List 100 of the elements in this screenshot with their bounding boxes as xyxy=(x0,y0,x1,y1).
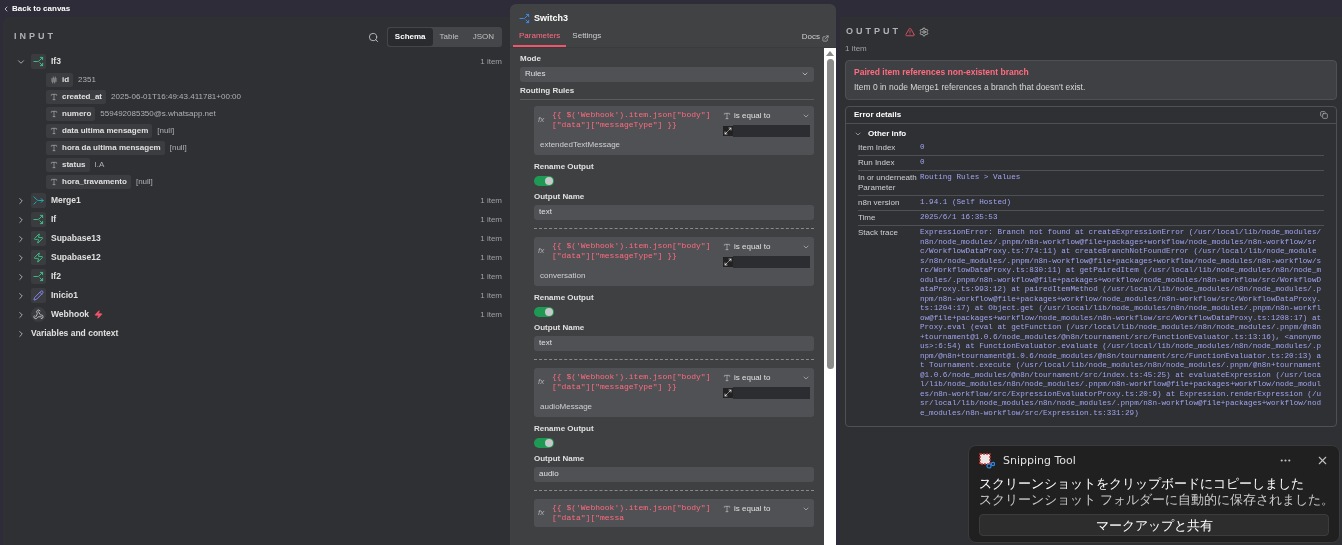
panel-tab[interactable]: Parameters xyxy=(513,29,567,47)
chevron-down-icon[interactable] xyxy=(854,130,862,138)
text-type-icon xyxy=(50,161,58,169)
field-label: Rename Output xyxy=(534,422,595,435)
node-name[interactable]: Supabase12 xyxy=(51,251,101,264)
toggle-switch[interactable] xyxy=(534,437,554,448)
docs-link[interactable]: Docs xyxy=(801,30,820,47)
expand-icon[interactable] xyxy=(723,387,733,398)
item-count: 1 item xyxy=(480,55,502,68)
text-type-icon xyxy=(723,242,731,251)
chevron-right-icon[interactable] xyxy=(16,233,26,244)
switch-node-icon xyxy=(519,13,530,25)
compare-value[interactable]: audioMessage xyxy=(538,400,810,413)
fx-label: fx xyxy=(538,375,546,388)
chevron-right-icon[interactable] xyxy=(16,252,26,263)
variables-label[interactable]: Variables and context xyxy=(31,327,119,340)
item-count: 1 item xyxy=(480,308,502,321)
search-icon[interactable] xyxy=(367,31,379,43)
settings-icon[interactable] xyxy=(919,26,929,37)
field-label: Rename Output xyxy=(534,160,595,173)
chevron-right-icon[interactable] xyxy=(16,195,26,206)
text-type-icon xyxy=(50,144,58,152)
chevron-right-icon[interactable] xyxy=(16,271,26,282)
expand-icon[interactable] xyxy=(723,125,733,136)
back-link[interactable]: Back to canvas xyxy=(12,2,71,15)
scrollbar[interactable] xyxy=(824,47,836,545)
card-title: Error details xyxy=(854,109,902,121)
text-type-icon xyxy=(50,178,58,186)
operator-select[interactable]: is equal to xyxy=(723,240,810,253)
mode-select[interactable]: Rules xyxy=(520,66,814,82)
value-input[interactable] xyxy=(733,386,810,399)
text-type-icon xyxy=(50,110,58,118)
chevron-down-icon xyxy=(801,70,809,78)
toggle-switch[interactable] xyxy=(534,306,554,317)
output-name-input[interactable]: audio xyxy=(534,466,814,482)
warning-icon xyxy=(905,26,915,37)
item-count: 1 item xyxy=(480,289,502,302)
node-name[interactable]: Supabase13 xyxy=(51,232,101,245)
text-type-icon xyxy=(723,373,731,382)
field-name: created_at xyxy=(62,91,103,103)
panel-tab[interactable]: Settings xyxy=(566,29,608,47)
expand-icon[interactable] xyxy=(723,256,733,267)
operator-select[interactable]: is equal to xyxy=(723,502,810,515)
item-count: 1 item xyxy=(480,232,502,245)
detail-label: Item Index xyxy=(858,143,897,153)
view-tab[interactable]: Table xyxy=(432,28,466,46)
detail-label: In or underneath Parameter xyxy=(858,173,918,193)
output-name-input[interactable]: text xyxy=(534,204,814,220)
fx-label: fx xyxy=(538,244,546,257)
fx-label: fx xyxy=(538,506,546,519)
text-type-icon xyxy=(50,127,58,135)
number-type-icon xyxy=(50,76,58,84)
node-title: Switch3 xyxy=(534,12,568,25)
compare-value[interactable]: conversation xyxy=(538,269,810,282)
view-tab[interactable]: JSON xyxy=(465,28,501,46)
node-name[interactable]: If xyxy=(51,213,57,226)
text-type-icon xyxy=(723,111,731,120)
field-name: hora_travamento xyxy=(62,176,127,188)
node-name[interactable]: Webhook xyxy=(51,308,90,321)
app-name: Snipping Tool xyxy=(1003,452,1076,469)
item-count: 1 item xyxy=(480,194,502,207)
field-name: hora da ultima mensagem xyxy=(62,142,161,154)
value-input[interactable] xyxy=(733,124,810,137)
node-name[interactable]: Inicio1 xyxy=(51,289,78,302)
text-type-icon xyxy=(50,93,58,101)
field-label: Mode xyxy=(520,52,542,65)
item-count: 1 item xyxy=(480,251,502,264)
error-message: Item 0 in node Merge1 references a branch that doesn't exist. xyxy=(854,81,1087,94)
value-input[interactable] xyxy=(733,255,810,268)
chevron-right-icon[interactable] xyxy=(16,328,26,339)
chevron-right-icon[interactable] xyxy=(16,214,26,225)
item-count: 1 item xyxy=(480,213,502,226)
markup-share-button[interactable]: マークアップと共有 xyxy=(979,514,1329,536)
error-title: Paired item references non-existent branch xyxy=(854,65,1030,79)
field-label: Rename Output xyxy=(534,291,595,304)
field-value: 2351 xyxy=(78,74,96,86)
compare-value[interactable]: extendedTextMessage xyxy=(538,138,810,151)
chevron-right-icon[interactable] xyxy=(16,309,26,320)
detail-label: n8n version xyxy=(858,198,901,208)
field-value: [null] xyxy=(169,142,187,154)
node-name[interactable]: If2 xyxy=(51,270,61,283)
chevron-right-icon[interactable] xyxy=(16,290,26,301)
external-link-icon[interactable] xyxy=(822,34,829,42)
copy-icon[interactable] xyxy=(1320,111,1328,119)
scissors-app-icon xyxy=(979,452,995,469)
operator-select[interactable]: is equal to xyxy=(723,371,810,384)
field-name: id xyxy=(62,74,70,86)
section-label[interactable]: Other info xyxy=(868,128,907,140)
section-label: Routing Rules xyxy=(520,84,814,100)
detail-label: Stack trace xyxy=(858,228,899,239)
toast-detail: スクリーンショット フォルダーに自動的に保存されました。 xyxy=(979,492,1329,507)
back-icon[interactable] xyxy=(2,4,10,13)
output-name-input[interactable]: text xyxy=(534,335,814,351)
view-tab[interactable]: Schema xyxy=(387,28,433,46)
toast-message: スクリーンショットをクリップボードにコピーしました xyxy=(979,476,1305,491)
node-name[interactable]: Merge1 xyxy=(51,194,81,207)
node-name[interactable]: If3 xyxy=(51,55,61,68)
operator-select[interactable]: is equal to xyxy=(723,109,810,122)
toggle-switch[interactable] xyxy=(534,175,554,186)
item-count: 1 item xyxy=(480,270,502,283)
